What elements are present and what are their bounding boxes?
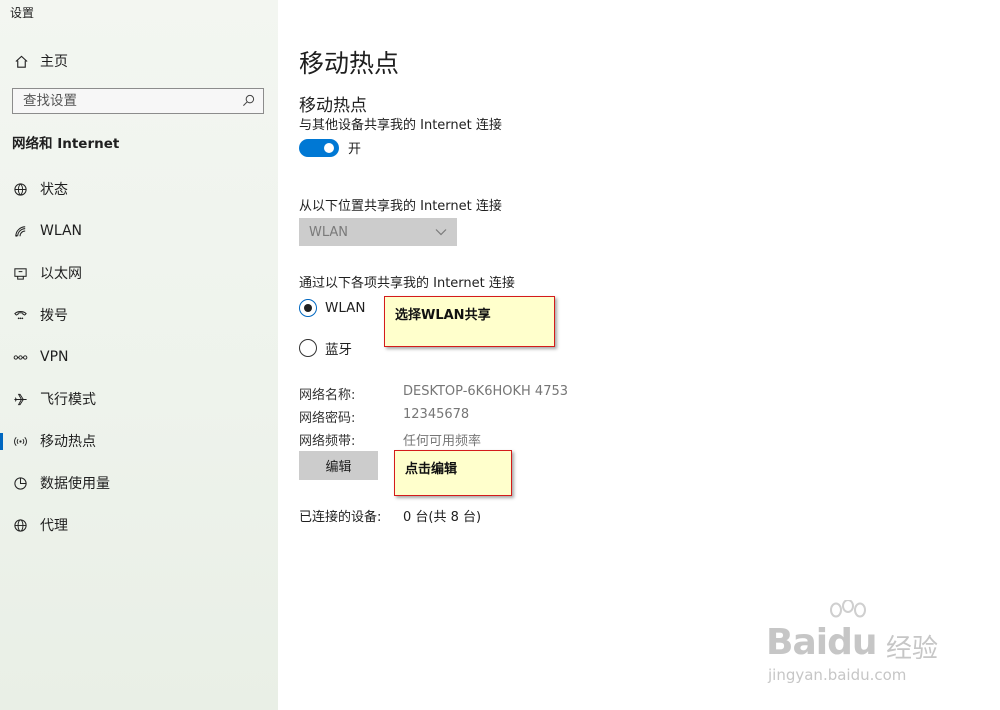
vpn-icon <box>12 349 28 365</box>
network-band-row: 网络频带: 任何可用频率 <box>299 430 481 449</box>
network-password-label: 网络密码: <box>299 411 356 426</box>
share-description: 与其他设备共享我的 Internet 连接 <box>299 118 502 133</box>
sidebar-item-label: 移动热点 <box>40 434 96 450</box>
network-password-row: 网络密码: 12345678 <box>299 407 469 426</box>
share-from-select[interactable]: WLAN <box>299 218 457 246</box>
radio-label: 蓝牙 <box>325 342 352 358</box>
radio-bluetooth[interactable]: 蓝牙 <box>299 338 352 358</box>
hotspot-toggle-row: 开 <box>299 138 361 157</box>
sidebar-item-label: WLAN <box>40 223 83 239</box>
radio-button[interactable] <box>299 339 317 357</box>
network-band-value: 任何可用频率 <box>403 434 482 449</box>
sidebar-nav: 状态 WLAN 以太网 拨号 VPN 飞行模式 移动热点 数据使用量 代理 <box>0 168 278 546</box>
share-from-label: 从以下位置共享我的 Internet 连接 <box>299 199 502 214</box>
sidebar-item-wlan[interactable]: WLAN <box>0 210 278 252</box>
page-title: 移动热点 <box>299 49 400 78</box>
wifi-icon <box>12 223 28 239</box>
toggle-knob <box>324 142 334 153</box>
network-band-label: 网络频带: <box>299 434 356 449</box>
ethernet-icon <box>12 265 28 281</box>
sidebar-home[interactable]: 主页 <box>12 50 68 72</box>
toggle-state-label: 开 <box>348 142 362 157</box>
sidebar-item-label: VPN <box>40 349 69 365</box>
search-icon[interactable] <box>242 92 255 111</box>
sidebar-item-airplane[interactable]: 飞行模式 <box>0 378 278 420</box>
sidebar-item-label: 以太网 <box>40 266 82 282</box>
network-name-value: DESKTOP-6K6HOKH 4753 <box>403 384 569 399</box>
watermark-url: jingyan.baidu.com <box>768 666 907 684</box>
callout-select-wlan: 选择WLAN共享 <box>384 296 555 347</box>
network-password-value: 12345678 <box>403 407 470 422</box>
callout-click-edit: 点击编辑 <box>394 450 512 496</box>
network-name-label: 网络名称: <box>299 388 356 403</box>
share-via-label: 通过以下各项共享我的 Internet 连接 <box>299 276 515 291</box>
section-heading: 移动热点 <box>299 96 367 116</box>
sidebar: 设置 主页 网络和 Internet 状态 WLAN <box>0 0 278 710</box>
connected-devices-row: 已连接的设备: 0 台(共 8 台) <box>299 506 481 525</box>
sidebar-item-proxy[interactable]: 代理 <box>0 504 278 546</box>
sidebar-item-label: 飞行模式 <box>40 392 96 408</box>
connected-devices-label: 已连接的设备: <box>299 510 382 525</box>
data-usage-icon <box>12 475 28 491</box>
sidebar-item-ethernet[interactable]: 以太网 <box>0 252 278 294</box>
sidebar-item-vpn[interactable]: VPN <box>0 336 278 378</box>
chevron-down-icon <box>435 225 447 240</box>
network-name-row: 网络名称: DESKTOP-6K6HOKH 4753 <box>299 384 568 403</box>
radio-button-checked[interactable] <box>299 299 317 317</box>
search-box[interactable] <box>12 88 264 114</box>
dialup-icon <box>12 307 28 323</box>
sidebar-item-data-usage[interactable]: 数据使用量 <box>0 462 278 504</box>
hotspot-icon <box>12 433 28 449</box>
watermark-logo-text: Baidu <box>766 622 877 663</box>
sidebar-item-label: 代理 <box>40 518 68 534</box>
edit-button[interactable]: 编辑 <box>299 451 378 480</box>
radio-wlan[interactable]: WLAN <box>299 299 366 317</box>
sidebar-item-label: 状态 <box>40 182 68 198</box>
sidebar-item-status[interactable]: 状态 <box>0 168 278 210</box>
radio-label: WLAN <box>325 300 366 316</box>
airplane-icon <box>12 391 28 407</box>
watermark-cn-text: 经验 <box>886 634 939 664</box>
sidebar-home-label: 主页 <box>40 54 68 70</box>
sidebar-item-hotspot[interactable]: 移动热点 <box>0 420 278 462</box>
connected-devices-value: 0 台(共 8 台) <box>403 510 482 525</box>
sidebar-section-title: 网络和 Internet <box>12 136 120 152</box>
sidebar-item-dialup[interactable]: 拨号 <box>0 294 278 336</box>
search-input[interactable] <box>23 93 223 109</box>
sidebar-item-label: 拨号 <box>40 308 68 324</box>
proxy-globe-icon <box>12 517 28 533</box>
sidebar-item-label: 数据使用量 <box>40 476 110 492</box>
share-from-select-value: WLAN <box>309 224 349 240</box>
hotspot-toggle[interactable] <box>299 138 339 157</box>
globe-status-icon <box>12 181 28 197</box>
baidu-watermark: Baidu 经验 jingyan.baidu.com <box>764 600 954 690</box>
window-title: 设置 <box>10 6 35 20</box>
home-icon <box>12 54 30 69</box>
